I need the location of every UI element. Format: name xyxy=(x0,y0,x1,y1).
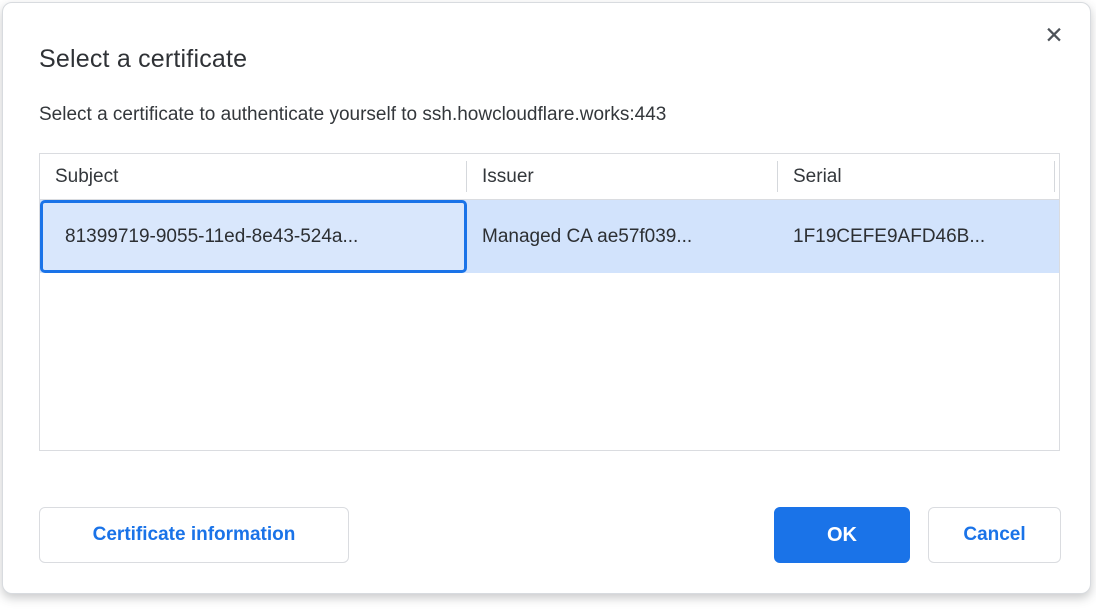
dialog-title: Select a certificate xyxy=(39,45,247,74)
column-header-serial[interactable]: Serial xyxy=(778,154,1055,199)
column-header-subject[interactable]: Subject xyxy=(40,154,467,199)
table-header-row: Subject Issuer Serial xyxy=(40,154,1059,200)
certificate-table: Subject Issuer Serial 81399719-9055-11ed… xyxy=(39,153,1060,451)
certificate-row-selected[interactable]: 81399719-9055-11ed-8e43-524a... Managed … xyxy=(40,200,1059,273)
cancel-button[interactable]: Cancel xyxy=(928,507,1061,563)
close-button[interactable]: ✕ xyxy=(1038,19,1070,51)
close-icon: ✕ xyxy=(1044,24,1063,47)
dialog-subtitle: Select a certificate to authenticate you… xyxy=(39,104,666,126)
column-header-issuer[interactable]: Issuer xyxy=(467,154,778,199)
cell-serial[interactable]: 1F19CEFE9AFD46B... xyxy=(778,200,1055,273)
column-header-spacer xyxy=(1055,154,1060,199)
cell-spacer xyxy=(1055,200,1060,273)
cell-subject[interactable]: 81399719-9055-11ed-8e43-524a... xyxy=(40,200,467,273)
ok-button[interactable]: OK xyxy=(774,507,910,563)
cell-issuer[interactable]: Managed CA ae57f039... xyxy=(467,200,778,273)
certificate-information-button[interactable]: Certificate information xyxy=(39,507,349,563)
certificate-select-dialog: ✕ Select a certificate Select a certific… xyxy=(2,2,1091,594)
